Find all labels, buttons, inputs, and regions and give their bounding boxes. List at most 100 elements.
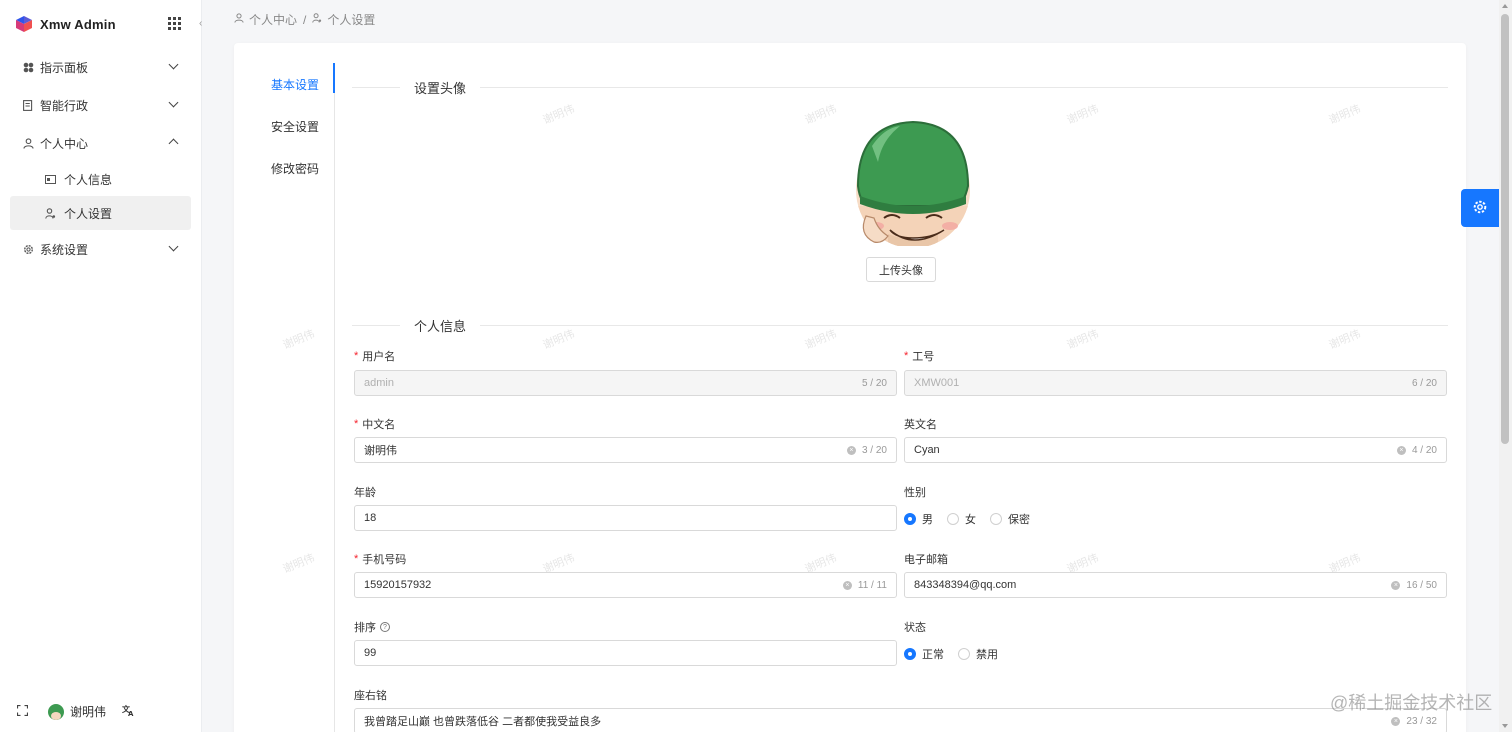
phone-field: * 手机号码 — [354, 551, 406, 567]
field-label: 状态 — [904, 622, 926, 634]
collapse-sidebar-icon[interactable]: ‹ — [199, 18, 202, 29]
clear-icon[interactable]: × — [1391, 716, 1401, 726]
fullscreen-icon[interactable] — [16, 704, 29, 719]
email-input[interactable]: 843348394@qq.com × 16 / 50 — [904, 572, 1447, 598]
side-menu: 指示面板 智能行政 个人中心 个人信息 个人设置 系统设置 — [0, 48, 201, 268]
id-card-icon — [44, 173, 56, 185]
gender-radio-female[interactable]: 女 — [947, 511, 976, 527]
cn-name-input[interactable]: 谢明伟 × 3 / 20 — [354, 437, 897, 463]
field-label: 用户名 — [362, 351, 396, 363]
field-label: 排序 — [354, 622, 376, 634]
job-no-field: * 工号 — [904, 348, 934, 364]
scrollbar[interactable] — [1499, 0, 1512, 732]
logo-area: Xmw Admin ‹ — [0, 0, 202, 48]
apps-grid-icon[interactable] — [168, 17, 181, 30]
tab-change-password[interactable]: 修改密码 — [254, 147, 334, 189]
status-field: 状态 — [904, 619, 926, 635]
menu-item-personal-center[interactable]: 个人中心 — [0, 124, 201, 162]
phone-input[interactable]: 15920157932 × 11 / 11 — [354, 572, 897, 598]
clear-icon[interactable]: × — [1391, 580, 1401, 590]
settings-tabs: 基本设置 安全设置 修改密码 — [254, 63, 335, 732]
input-value: XMW001 — [914, 377, 960, 389]
logo-icon — [15, 15, 33, 33]
char-counter: 5 / 20 — [861, 377, 887, 389]
char-counter: 11 / 11 — [857, 579, 887, 591]
section-title: 个人信息 — [414, 319, 467, 334]
breadcrumb-item: 个人设置 — [327, 13, 376, 27]
watermark: 谢明伟 — [803, 103, 839, 127]
menu-item-system-settings[interactable]: 系统设置 — [0, 230, 201, 268]
sidebar-footer: 谢明伟 文A — [16, 703, 135, 720]
username-field: * 用户名 — [354, 348, 395, 364]
avatar[interactable] — [48, 703, 64, 720]
menu-item-dashboard[interactable]: 指示面板 — [0, 48, 201, 86]
gender-field: 性别 — [904, 484, 926, 500]
footer-username[interactable]: 谢明伟 — [70, 703, 106, 720]
breadcrumb: 个人中心 / 个人设置 — [234, 11, 375, 28]
radio-label: 正常 — [922, 649, 944, 661]
field-label: 工号 — [912, 351, 935, 363]
age-field: 年龄 — [354, 484, 376, 500]
field-label: 性别 — [904, 487, 926, 499]
menu-item-admin[interactable]: 智能行政 — [0, 86, 201, 124]
breadcrumb-item[interactable]: 个人中心 — [249, 11, 297, 28]
user-icon — [22, 137, 34, 149]
sub-item-label: 个人设置 — [64, 206, 113, 221]
clear-icon[interactable]: × — [1396, 445, 1406, 455]
username-input: admin 5 / 20 — [354, 370, 897, 396]
en-name-input[interactable]: Cyan × 4 / 20 — [904, 437, 1447, 463]
radio-label: 保密 — [1008, 514, 1030, 526]
chevron-down-icon — [168, 97, 179, 108]
breadcrumb-separator: / — [303, 12, 307, 27]
avatar-section-header: 设置头像 — [352, 78, 1448, 97]
field-label: 中文名 — [362, 419, 396, 431]
input-value: 843348394@qq.com — [914, 579, 1017, 591]
avatar[interactable] — [852, 106, 974, 248]
status-radio-disabled[interactable]: 禁用 — [958, 646, 998, 662]
status-radio-normal[interactable]: 正常 — [904, 646, 944, 662]
email-field: 电子邮箱 — [904, 551, 948, 567]
field-label: 手机号码 — [362, 554, 407, 566]
input-value: 15920157932 — [364, 579, 432, 591]
menu-item-label: 智能行政 — [40, 98, 89, 113]
svg-text:A: A — [128, 710, 134, 716]
clear-icon[interactable]: × — [842, 580, 852, 590]
motto-input[interactable]: 我曾踏足山巅 也曾跌落低谷 二者都使我受益良多 × 23 / 32 — [354, 708, 1447, 732]
scroll-up-arrow[interactable] — [1502, 4, 1508, 8]
scroll-down-arrow[interactable] — [1502, 724, 1508, 728]
settings-drawer-button[interactable] — [1461, 189, 1499, 227]
sub-item-label: 个人信息 — [64, 172, 113, 187]
scrollbar-thumb[interactable] — [1501, 14, 1509, 444]
sub-item-personal-settings[interactable]: 个人设置 — [10, 196, 191, 230]
field-label: 英文名 — [904, 419, 937, 431]
radio-label: 女 — [965, 514, 976, 526]
gender-radio-secret[interactable]: 保密 — [990, 511, 1030, 527]
clear-icon[interactable]: × — [846, 445, 856, 455]
char-counter: 23 / 32 — [1406, 715, 1437, 727]
age-input[interactable]: 18 — [354, 505, 897, 531]
upload-avatar-button[interactable]: 上传头像 — [866, 257, 936, 282]
user-settings-icon — [312, 13, 322, 26]
gender-radio-male[interactable]: 男 — [904, 511, 933, 527]
sub-item-personal-info[interactable]: 个人信息 — [10, 162, 191, 196]
menu-item-label: 个人中心 — [40, 136, 89, 151]
help-icon[interactable]: ? — [380, 622, 390, 632]
sort-field: 排序? — [354, 619, 390, 635]
chevron-up-icon — [168, 138, 179, 149]
site-watermark: @稀土掘金技术社区 — [1330, 693, 1493, 713]
tab-security-settings[interactable]: 安全设置 — [254, 105, 334, 147]
field-label: 电子邮箱 — [904, 554, 948, 566]
watermark: 谢明伟 — [541, 103, 577, 127]
tab-basic-settings[interactable]: 基本设置 — [254, 63, 335, 105]
gear-icon — [1472, 199, 1488, 218]
section-title: 设置头像 — [414, 81, 467, 96]
settings-card: 基本设置 安全设置 修改密码 谢明伟 谢明伟 谢明伟 谢明伟 谢明伟 谢明伟 谢… — [234, 43, 1466, 732]
en-name-field: 英文名 — [904, 416, 937, 432]
required-mark: * — [354, 553, 359, 565]
sort-input[interactable]: 99 — [354, 640, 897, 666]
input-value: Cyan — [914, 444, 940, 456]
required-mark: * — [354, 418, 359, 430]
radio-label: 男 — [922, 514, 933, 526]
translate-icon[interactable]: 文A — [122, 704, 135, 719]
input-value: 谢明伟 — [364, 445, 397, 457]
